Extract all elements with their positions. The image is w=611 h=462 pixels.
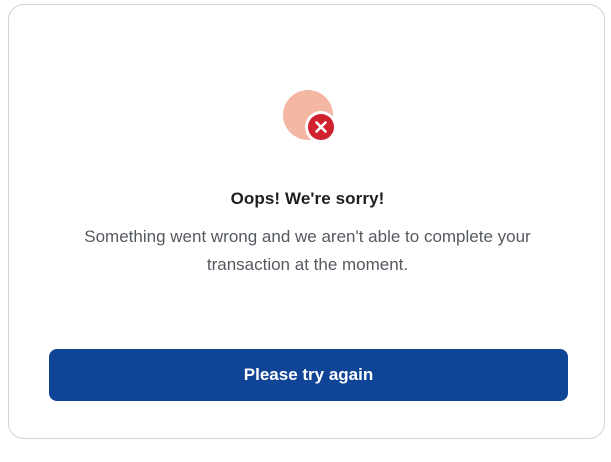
error-x-icon xyxy=(283,89,343,145)
try-again-button[interactable]: Please try again xyxy=(49,349,568,401)
error-dialog-card: Oops! We're sorry! Something went wrong … xyxy=(8,4,605,439)
error-title: Oops! We're sorry! xyxy=(230,189,385,208)
error-message: Something went wrong and we aren't able … xyxy=(84,227,531,274)
